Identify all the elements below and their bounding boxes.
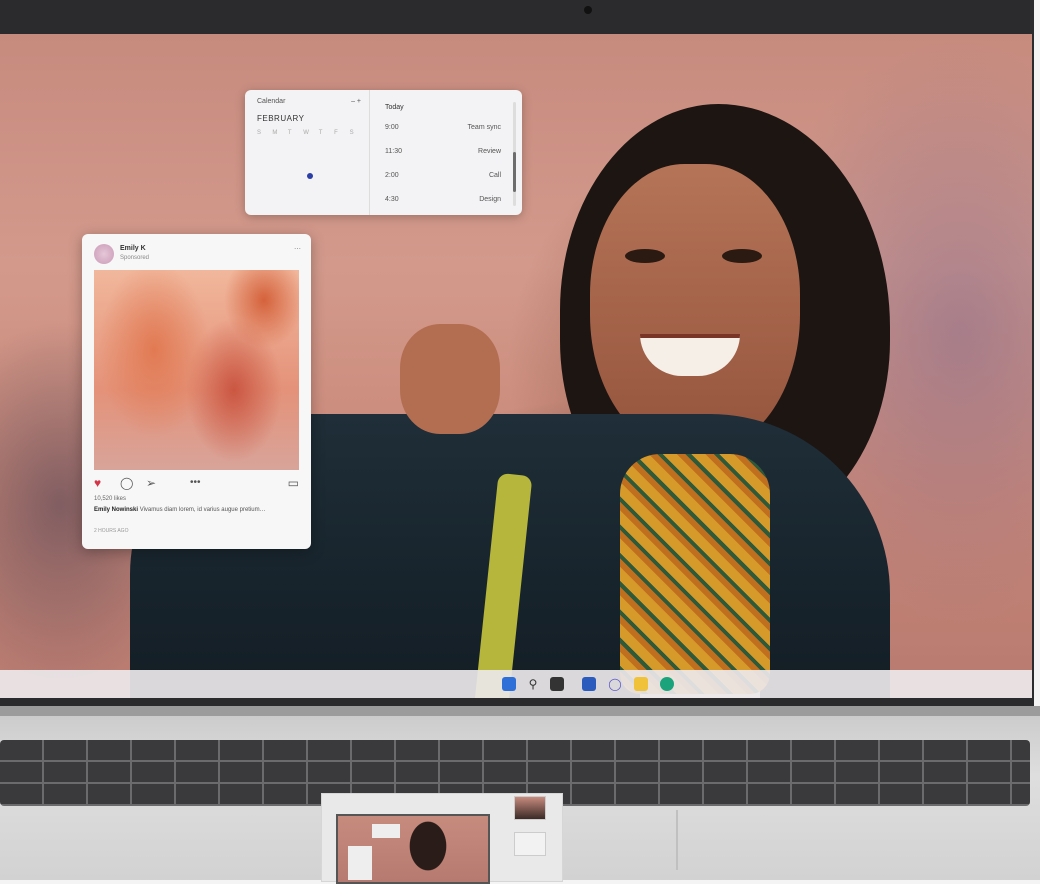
share-icon[interactable]: ➢ <box>146 476 156 490</box>
selected-day-marker[interactable] <box>307 173 313 179</box>
ellipsis-icon[interactable]: ••• <box>190 476 201 490</box>
widget-header: Calendar <box>257 98 286 105</box>
avatar[interactable] <box>94 244 114 264</box>
widget-controls[interactable]: – + <box>351 98 361 105</box>
thumbnail-post <box>348 846 372 880</box>
post-caption: Emily Nowinski Vivamus diam lorem, id va… <box>94 506 299 515</box>
post-image[interactable] <box>94 270 299 470</box>
agenda-title: Call <box>488 172 501 179</box>
chat-icon[interactable]: ◯ <box>608 677 622 691</box>
agenda-time: 11:30 <box>385 148 402 155</box>
post-timestamp: 2 HOURS AGO <box>94 528 129 534</box>
agenda-time: 9:00 <box>385 124 399 131</box>
agenda-title: Team sync <box>467 124 501 131</box>
weekday-label: T <box>287 130 292 136</box>
agenda-time: 4:30 <box>385 196 399 203</box>
thumbnail-widget <box>372 824 400 838</box>
thumbnail-item[interactable] <box>514 832 546 856</box>
task-view-icon[interactable] <box>550 677 564 691</box>
agenda-title: Design <box>479 196 501 203</box>
calendar-widget[interactable]: Calendar – + FEBRUARY S M T W T F S Toda… <box>245 90 522 215</box>
laptop-hinge <box>0 706 1040 716</box>
weekday-label: F <box>334 130 338 136</box>
post-username[interactable]: Emily K <box>120 245 146 252</box>
windows-start-icon[interactable] <box>502 677 516 691</box>
agenda-time: 2:00 <box>385 172 399 179</box>
weekday-label: S <box>257 130 262 136</box>
calendar-grid[interactable]: S M T W T F S <box>257 130 365 136</box>
weekday-label: S <box>349 130 354 136</box>
heart-icon[interactable]: ♥ <box>94 476 101 490</box>
search-icon[interactable]: ⚲ <box>526 677 540 691</box>
weekday-label: M <box>272 130 278 136</box>
weekday-label: W <box>303 130 309 136</box>
agenda-panel: Today 9:00 Team sync 11:30 Review 2:00 C… <box>371 90 522 215</box>
wallpaper-fist <box>400 324 500 434</box>
agenda-header: Today <box>385 104 404 111</box>
scrollbar-thumb[interactable] <box>513 152 516 192</box>
edge-browser-icon[interactable] <box>660 677 674 691</box>
bookmark-icon[interactable]: ▭ <box>288 476 299 490</box>
likes-count: 10,520 likes <box>94 496 127 502</box>
webcam <box>584 6 592 14</box>
wallpaper-eye <box>722 249 762 263</box>
wallpaper-face <box>590 164 800 454</box>
palmrest-seam <box>676 810 678 870</box>
month-label: FEBRUARY <box>257 114 305 123</box>
thumbnail-item[interactable] <box>514 796 546 820</box>
social-post-window[interactable]: Emily K Sponsored ⋯ ♥ ◯ ➢ ••• ▭ 10,520 l… <box>82 234 311 549</box>
agenda-item[interactable]: 11:30 Review <box>385 148 501 155</box>
comment-icon[interactable]: ◯ <box>120 476 133 490</box>
thumbnail-selected[interactable] <box>336 814 490 884</box>
caption-username[interactable]: Emily Nowinski <box>94 507 138 513</box>
post-actions: ♥ ◯ ➢ ••• ▭ <box>94 476 299 490</box>
agenda-title: Review <box>478 148 501 155</box>
widgets-icon[interactable] <box>582 677 596 691</box>
more-options-icon[interactable]: ⋯ <box>294 245 301 253</box>
agenda-item[interactable]: 4:30 Design <box>385 196 501 203</box>
wallpaper-scarf <box>620 454 770 694</box>
wallpaper-eye <box>625 249 665 263</box>
file-explorer-icon[interactable] <box>634 677 648 691</box>
taskbar: ⚲ ◯ <box>0 670 1032 698</box>
post-subtitle: Sponsored <box>120 255 150 261</box>
agenda-item[interactable]: 2:00 Call <box>385 172 501 179</box>
caption-text: Vivamus diam lorem, id varius augue pret… <box>139 507 266 513</box>
scrollbar[interactable] <box>513 102 516 206</box>
agenda-item[interactable]: 9:00 Team sync <box>385 124 501 131</box>
calendar-month-panel: Calendar – + FEBRUARY S M T W T F S <box>245 90 370 215</box>
weekday-label: T <box>318 130 323 136</box>
